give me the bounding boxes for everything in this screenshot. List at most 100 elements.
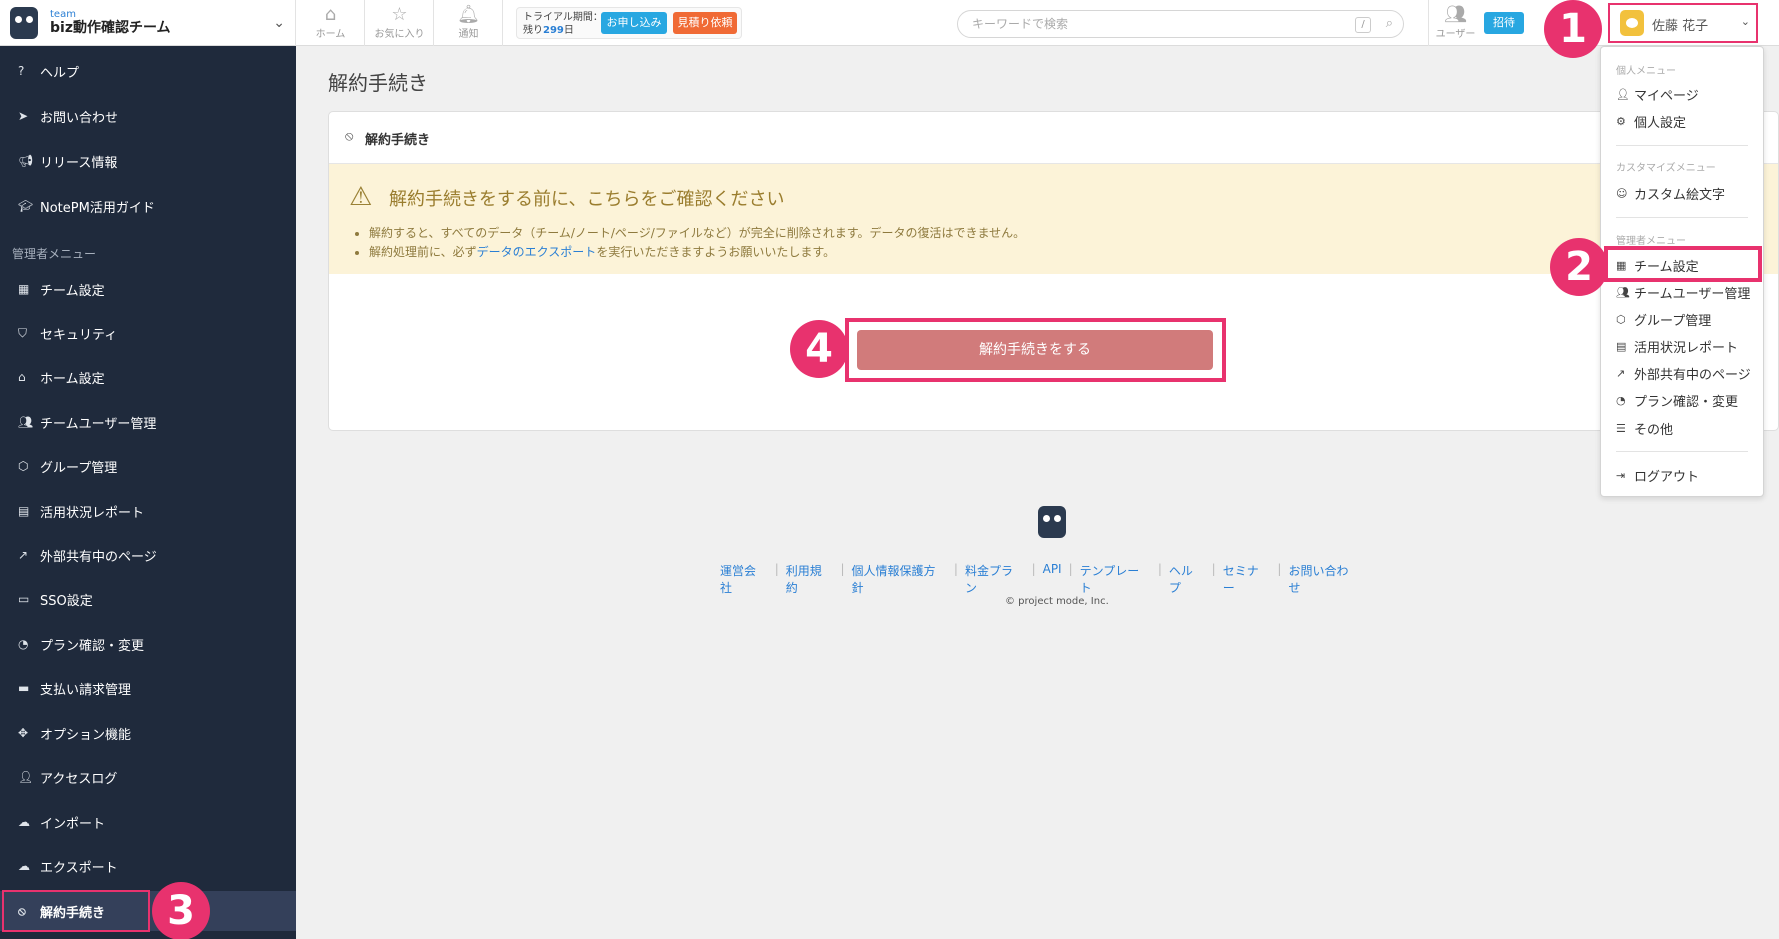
sidebar-item-options[interactable]: ✥ オプション機能 (0, 713, 296, 753)
menu-item-external-pages[interactable]: ↗ 外部共有中のページ (1616, 364, 1751, 383)
footer-link-templates[interactable]: テンプレート (1080, 562, 1151, 596)
sidebar-item-external-pages[interactable]: ↗ 外部共有中のページ (0, 535, 296, 575)
external-link-icon: ↗ (18, 548, 29, 562)
menu-item-team-users[interactable]: 👥︎ チームユーザー管理 (1616, 283, 1750, 302)
apply-button[interactable]: お申し込み (601, 12, 667, 34)
sidebar-item-label: チーム設定 (40, 283, 105, 299)
chevron-down-icon[interactable]: ⌄ (273, 15, 285, 31)
team-switcher[interactable]: team biz動作確認チーム ⌄ (0, 0, 296, 46)
sidebar-item-sso[interactable]: ▭ SSO設定 (0, 579, 296, 619)
warning-list: 解約すると、すべてのデータ（チーム/ノート/ページ/ファイルなど）が完全に削除さ… (357, 224, 1025, 262)
home-icon: ⌂ (18, 370, 26, 384)
sidebar-item-export[interactable]: ☁ エクスポート (0, 846, 296, 886)
user-clock-icon: 👤︎ (18, 770, 34, 784)
question-icon: ? (18, 64, 25, 78)
home-icon: ⌂ (324, 4, 337, 25)
sidebar-item-billing[interactable]: ▬ 支払い請求管理 (0, 668, 296, 708)
puzzle-icon: ✥ (18, 726, 29, 740)
warning-text: 解約処理前に、必ず (369, 245, 477, 259)
quote-request-button[interactable]: 見積り依頼 (673, 12, 737, 34)
menu-item-personal-settings[interactable]: ⚙ 個人設定 (1616, 112, 1686, 131)
sidebar-item-label: グループ管理 (40, 460, 118, 476)
users-button[interactable]: 👥︎ ユーザー (1428, 0, 1482, 46)
menu-item-other[interactable]: ☰ その他 (1616, 419, 1673, 438)
footer-link-contact[interactable]: お問い合わせ (1288, 562, 1360, 596)
menu-item-label: プラン確認・変更 (1634, 395, 1739, 410)
nav-favorites[interactable]: ☆ お気に入り (366, 0, 434, 46)
sidebar-item-access-log[interactable]: 👤︎ アクセスログ (0, 757, 296, 797)
sidebar-item-label: リリース情報 (40, 155, 118, 171)
menu-item-logout[interactable]: ⇥ ログアウト (1616, 466, 1699, 485)
highlight-box-cancel-button (845, 318, 1226, 382)
menu-item-label: 活用状況レポート (1634, 341, 1739, 356)
warning-title: 解約手続きをする前に、こちらをご確認ください (389, 189, 785, 210)
nav-home[interactable]: ⌂ ホーム (297, 0, 365, 46)
cloud-download-icon: ☁ (18, 859, 30, 873)
menu-item-plan[interactable]: ◔ プラン確認・変更 (1616, 391, 1738, 410)
cube-icon: ⬡ (1616, 313, 1626, 326)
sidebar-item-guide[interactable]: 🎓︎ NotePM活用ガイド (0, 186, 296, 226)
ban-icon: ⦸ (345, 129, 354, 144)
menu-item-custom-emoji[interactable]: ☺ カスタム絵文字 (1616, 184, 1725, 203)
sidebar-item-security[interactable]: ⛉ セキュリティ (0, 313, 296, 353)
footer-link-company[interactable]: 運営会社 (720, 562, 768, 596)
user-menu-toggle[interactable]: 佐藤 花子 ⌄ (1608, 3, 1758, 43)
data-export-link[interactable]: データのエクスポート (477, 245, 597, 259)
star-icon: ☆ (391, 4, 408, 25)
sidebar-item-team-users[interactable]: 👥︎ チームユーザー管理 (0, 402, 296, 442)
footer-link-api[interactable]: API (1043, 562, 1062, 596)
cube-icon: ⬡ (18, 459, 29, 473)
sidebar-item-import[interactable]: ☁ インポート (0, 802, 296, 842)
step-badge-4: 4 (790, 320, 848, 378)
sidebar-item-contact[interactable]: ➤ お問い合わせ (0, 96, 296, 136)
cloud-upload-icon: ☁ (18, 815, 30, 829)
trial-panel: トライアル期間： 残り299日 お申し込み 見積り依頼 (516, 7, 742, 39)
sidebar-item-label: アクセスログ (40, 771, 118, 787)
footer-link-privacy[interactable]: 個人情報保護方針 (852, 562, 947, 596)
separator: | (1157, 562, 1162, 576)
external-link-icon: ↗ (1616, 367, 1626, 380)
id-card-icon: ▭ (18, 592, 30, 606)
sidebar-item-team-settings[interactable]: ▦ チーム設定 (0, 269, 296, 309)
warning-triangle-icon: ⚠ (349, 182, 373, 212)
bell-icon: 🔔︎ (457, 4, 480, 25)
sidebar-item-home-settings[interactable]: ⌂ ホーム設定 (0, 357, 296, 397)
footer-link-seminar[interactable]: セミナー (1223, 562, 1271, 596)
footer-links: 運営会社 | 利用規約 | 個人情報保護方針 | 料金プラン | API | テンプレート… (720, 562, 1360, 596)
menu-item-mypage[interactable]: 👤︎ マイページ (1616, 85, 1699, 104)
footer-link-pricing[interactable]: 料金プラン (965, 562, 1025, 596)
nav-notifications[interactable]: 🔔︎ 通知 (435, 0, 503, 46)
footer-link-help[interactable]: ヘルプ (1169, 562, 1205, 596)
step-badge-1: 1 (1544, 0, 1602, 58)
search-input[interactable] (972, 17, 1312, 31)
team-logo-icon (10, 7, 38, 39)
menu-item-groups[interactable]: ⬡ グループ管理 (1616, 310, 1711, 329)
menu-item-label: マイページ (1634, 89, 1699, 104)
menu-item-label: グループ管理 (1634, 314, 1712, 329)
menu-item-label: 外部共有中のページ (1634, 368, 1751, 383)
menu-item-usage-report[interactable]: ▤ 活用状況レポート (1616, 337, 1738, 356)
sidebar-item-label: プラン確認・変更 (40, 638, 145, 654)
sidebar-item-label: 外部共有中のページ (40, 549, 157, 565)
footer-link-terms[interactable]: 利用規約 (786, 562, 834, 596)
search-icon[interactable]: ⌕ (1386, 16, 1393, 31)
invite-button[interactable]: 招待 (1484, 12, 1524, 34)
custom-menu-heading: カスタマイズメニュー (1616, 163, 1716, 174)
sidebar-item-groups[interactable]: ⬡ グループ管理 (0, 446, 296, 486)
sidebar-item-label: SSO設定 (40, 593, 93, 609)
sidebar-item-plan[interactable]: ◔ プラン確認・変更 (0, 624, 296, 664)
nav-favorites-label: お気に入り (374, 29, 425, 40)
sidebar-item-help[interactable]: ? ヘルプ (0, 51, 296, 91)
sidebar-item-release[interactable]: 📢︎ リリース情報 (0, 141, 296, 181)
trial-remaining-prefix: 残り (523, 25, 543, 36)
trial-days-suffix: 日 (563, 25, 574, 36)
users-icon: 👥︎ (1616, 286, 1630, 299)
warning-text: を実行いただきますようお願いいたします。 (596, 245, 836, 259)
sidebar-item-usage-report[interactable]: ▤ 活用状況レポート (0, 491, 296, 531)
sidebar-item-label: インポート (40, 816, 106, 832)
logout-icon: ⇥ (1616, 469, 1626, 482)
highlight-box-team-settings (1604, 246, 1762, 282)
footer-logo-icon (1038, 506, 1066, 538)
sidebar-item-label: ヘルプ (40, 65, 80, 81)
gear-icon: ⚙ (1616, 115, 1626, 128)
